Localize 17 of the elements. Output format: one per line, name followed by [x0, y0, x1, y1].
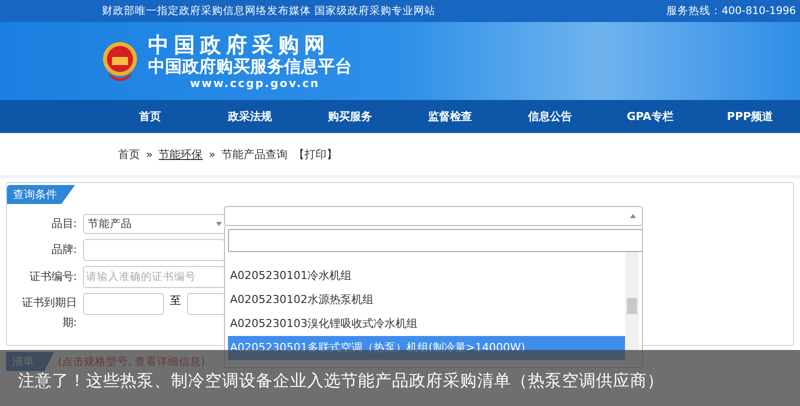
caption-text: 注意了！这些热泵、制冷空调设备企业入选节能产品政府采购清单（热泵空调供应商）: [18, 371, 664, 390]
panel-title: 查询条件: [7, 185, 75, 204]
slogan-text: 财政部唯一指定政府采购信息网络发布媒体 国家级政府采购专业网站: [102, 4, 436, 18]
field-label: 品牌:: [50, 242, 78, 258]
field-label: 品目:: [50, 216, 78, 232]
site-url: www.ccgp.gov.cn: [190, 76, 320, 90]
list-hint: (点击规格型号, 查看详细信息): [58, 354, 205, 368]
site-subtitle: 中国政府购买服务信息平台: [148, 56, 352, 76]
site-title: 中国政府采购网: [148, 32, 330, 56]
breadcrumb-item: 节能产品查询: [221, 146, 288, 162]
range-separator: 至: [169, 293, 182, 308]
hotline-text: 服务热线：400-810-1996: [666, 4, 796, 18]
field-label: 证书编号:: [28, 269, 78, 285]
field-label: 证书到期日期:: [21, 295, 78, 331]
breadcrumb-separator: »: [146, 148, 153, 160]
breadcrumb-item: 首页: [118, 146, 140, 162]
breadcrumb-separator: »: [208, 148, 216, 160]
